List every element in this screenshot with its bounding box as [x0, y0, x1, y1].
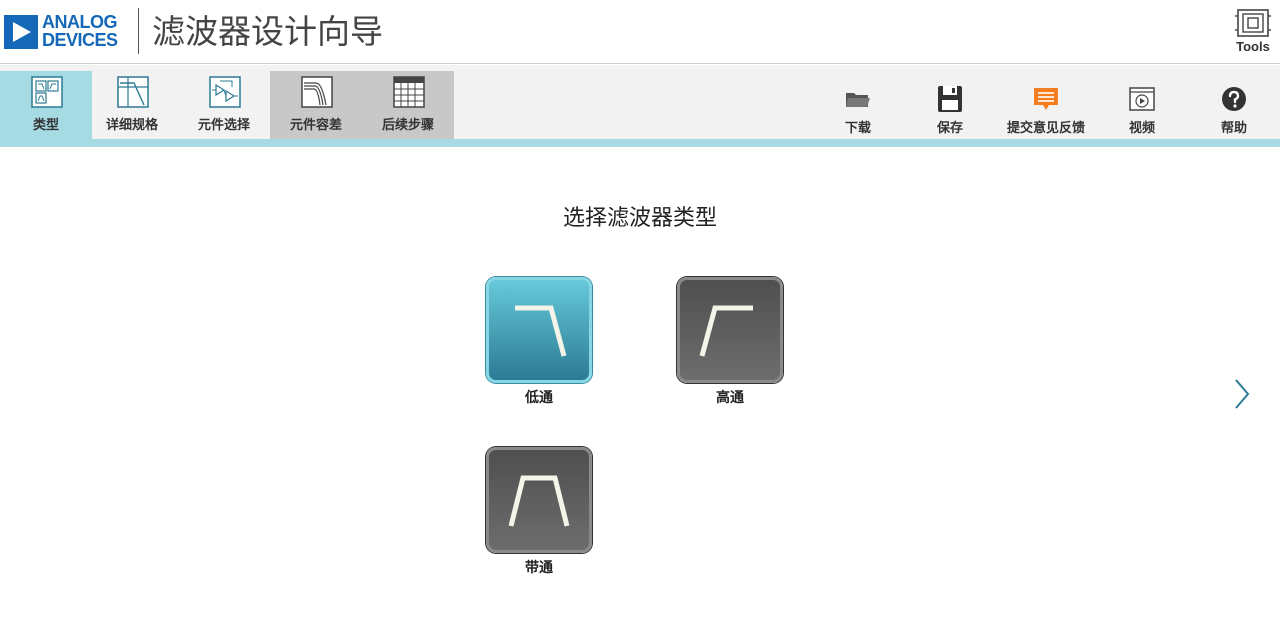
- video-label: 视频: [1128, 121, 1155, 136]
- tab-component-selection-label: 元件选择: [197, 118, 250, 133]
- tab-next-steps-label: 后续步骤: [381, 118, 434, 133]
- feedback-label: 提交意见反馈: [1006, 121, 1085, 136]
- lowpass-label: 低通: [525, 390, 553, 406]
- app-title: 滤波器设计向导: [152, 12, 383, 51]
- tools-label: Tools: [1236, 39, 1270, 54]
- lowpass-tile[interactable]: [486, 277, 592, 383]
- tab-component-selection[interactable]: 元件选择: [178, 71, 270, 139]
- logo-text: ANALOG DEVICES: [42, 13, 118, 49]
- next-steps-icon: [393, 76, 425, 108]
- filter-option-highpass[interactable]: 高通: [677, 277, 783, 407]
- feedback-icon: [1034, 88, 1058, 110]
- logo-mark-icon: [4, 15, 38, 49]
- lowpass-icon: [515, 305, 567, 357]
- filter-option-bandpass[interactable]: 带通: [486, 447, 592, 577]
- download-button[interactable]: 下载: [808, 83, 908, 139]
- tolerances-icon: [301, 76, 333, 108]
- save-icon: [938, 86, 962, 112]
- logo-line2: DEVICES: [42, 30, 118, 50]
- tab-tolerances-label: 元件容差: [289, 118, 342, 133]
- bandpass-label: 带通: [525, 560, 553, 576]
- tab-type[interactable]: 类型: [0, 71, 92, 139]
- tab-next-steps[interactable]: 后续步骤: [362, 71, 454, 139]
- highpass-tile[interactable]: [677, 277, 783, 383]
- component-selection-icon: [209, 76, 241, 108]
- video-button[interactable]: 视频: [1092, 83, 1192, 139]
- help-label: 帮助: [1220, 121, 1247, 136]
- bandpass-icon: [508, 475, 570, 527]
- filter-type-icon: [31, 76, 63, 108]
- filter-option-lowpass[interactable]: 低通: [486, 277, 592, 407]
- download-label: 下载: [844, 121, 871, 136]
- video-icon: [1129, 87, 1155, 111]
- tools-button[interactable]: Tools: [1234, 8, 1272, 56]
- tools-icon: [1235, 9, 1271, 37]
- tab-type-label: 类型: [32, 118, 59, 133]
- chevron-right-icon: [1235, 379, 1250, 409]
- help-icon: [1222, 87, 1246, 111]
- help-button[interactable]: 帮助: [1184, 83, 1280, 139]
- app-header: ANALOG DEVICES 滤波器设计向导 Tools: [0, 0, 1280, 64]
- highpass-label: 高通: [716, 390, 744, 406]
- toolbar-accent-strip: [0, 139, 1280, 147]
- tab-specifications-label: 详细规格: [105, 118, 158, 133]
- bandpass-tile[interactable]: [486, 447, 592, 553]
- specifications-icon: [117, 76, 149, 108]
- page-title: 选择滤波器类型: [562, 206, 717, 231]
- header-divider: [138, 8, 139, 54]
- save-button[interactable]: 保存: [900, 83, 1000, 139]
- folder-icon: [846, 93, 870, 107]
- highpass-icon: [699, 305, 753, 357]
- wizard-toolbar: 类型 详细规格 元件选择 元件容差 后续步骤 下载 保存 提交意见反馈 视频 帮…: [0, 65, 1280, 139]
- tab-tolerances[interactable]: 元件容差: [270, 71, 362, 139]
- next-page-button[interactable]: [1228, 376, 1256, 412]
- analog-devices-logo[interactable]: ANALOG DEVICES: [4, 13, 124, 51]
- save-label: 保存: [936, 121, 963, 136]
- tab-specifications[interactable]: 详细规格: [86, 71, 178, 139]
- feedback-button[interactable]: 提交意见反馈: [996, 83, 1096, 139]
- logo-line1: ANALOG: [42, 12, 117, 32]
